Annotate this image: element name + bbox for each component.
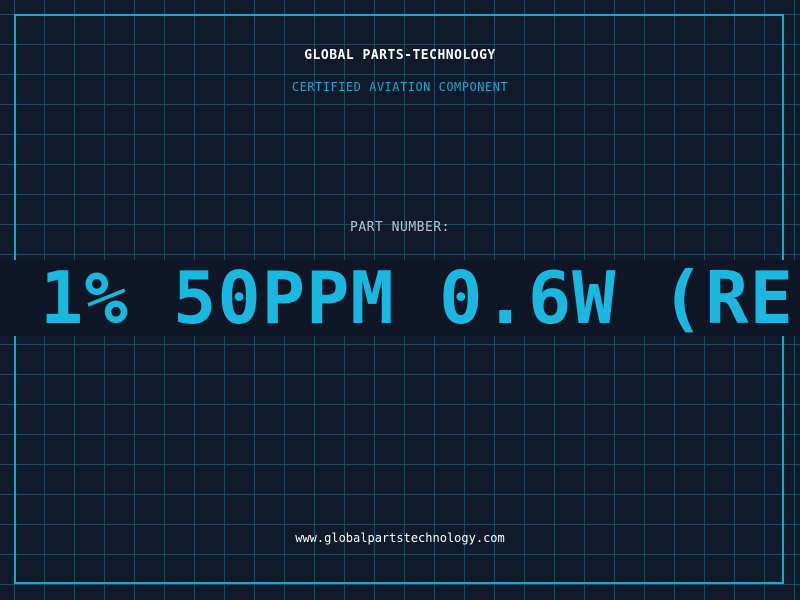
part-number-value: 1% 50PPM 0.6W (RE: [40, 260, 794, 336]
part-number-label: PART NUMBER:: [350, 220, 450, 235]
company-name: GLOBAL PARTS-TECHNOLOGY: [304, 48, 496, 63]
part-number-band: 1% 50PPM 0.6W (RE: [0, 260, 800, 336]
website-url: www.globalpartstechnology.com: [295, 531, 505, 545]
tagline: CERTIFIED AVIATION COMPONENT: [291, 80, 509, 94]
